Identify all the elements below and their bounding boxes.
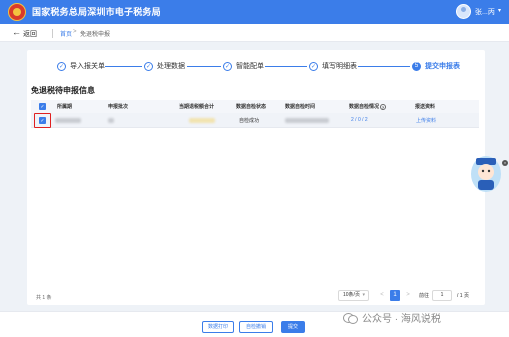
column-header: 数据自检时间 xyxy=(285,104,316,110)
step-label: 处理数据 xyxy=(157,63,185,70)
goto-page-input[interactable]: 1 xyxy=(432,290,452,301)
breadcrumb-home[interactable]: 首页 xyxy=(60,29,72,38)
step-connector xyxy=(105,66,142,67)
watermark-text: 公众号 · 海风说税 xyxy=(362,314,441,325)
step-connector xyxy=(358,66,410,67)
submit-button[interactable]: 提交 xyxy=(281,321,305,333)
total-pages: / 1 页 xyxy=(457,293,469,299)
divider xyxy=(52,29,53,38)
step-label: 导入报关单 xyxy=(70,63,105,70)
check-status: 自检成功 xyxy=(239,118,260,124)
step-smart-match: ✓ 智能配单 xyxy=(223,61,264,71)
user-avatar[interactable] xyxy=(456,4,471,19)
upload-docs-link[interactable]: 上传资料 xyxy=(416,117,436,124)
step-progress: ✓ 导入报关单 ✓ 处理数据 ✓ 智能配单 ✓ 填写明细表 5 提交申报表 xyxy=(27,56,485,78)
step-connector xyxy=(187,66,221,67)
select-all-checkbox[interactable]: ✓ xyxy=(39,103,46,110)
breadcrumb-separator: > xyxy=(73,29,77,35)
table-header: ✓ 所属期 申报批次 当期退税额合计 数据自检状态 数据自检时间 数据自检情况?… xyxy=(31,100,479,113)
user-name[interactable]: 张...丙 xyxy=(475,7,495,17)
check-icon: ✓ xyxy=(223,61,232,71)
step-import-declaration: ✓ 导入报关单 xyxy=(57,61,105,71)
check-icon: ✓ xyxy=(144,61,153,71)
back-arrow-icon[interactable]: ← xyxy=(12,27,21,37)
watermark: 公众号 · 海风说税 xyxy=(343,310,441,325)
redacted-period xyxy=(55,118,81,123)
close-icon[interactable]: × xyxy=(502,160,508,166)
breadcrumb-current: 免退税申报 xyxy=(80,32,111,38)
column-header: 申报批次 xyxy=(108,104,129,110)
chevron-down-icon: ▾ xyxy=(362,292,365,298)
redacted-refund-total xyxy=(189,118,215,123)
sub-navigation-bar: ← 返回 首页 > 免退税申报 xyxy=(0,24,509,42)
prev-page-button[interactable]: < xyxy=(377,290,387,301)
page-size-select[interactable]: 10条/页 ▾ xyxy=(338,290,369,301)
step-number-icon: 5 xyxy=(412,61,421,71)
check-icon: ✓ xyxy=(309,61,318,71)
step-label: 填写明细表 xyxy=(322,63,357,70)
step-label: 提交申报表 xyxy=(425,63,460,70)
assistant-mascot-icon[interactable] xyxy=(470,152,503,194)
back-button[interactable]: 返回 xyxy=(23,29,37,39)
column-header-label: 数据自检情况 xyxy=(349,104,380,110)
step-connector xyxy=(265,66,307,67)
check-icon: ✓ xyxy=(57,61,66,71)
step-label: 智能配单 xyxy=(236,63,264,70)
section-title: 免退税待申报信息 xyxy=(31,86,95,95)
goto-label: 前往 xyxy=(419,293,430,299)
withdraw-check-button[interactable]: 自检撤销 xyxy=(239,321,273,333)
column-header: 报送资料 xyxy=(415,104,436,110)
total-count: 共 1 条 xyxy=(36,295,52,301)
top-header: 国家税务总局深圳市电子税务局 张...丙 ▾ xyxy=(0,0,509,24)
page-1-button[interactable]: 1 xyxy=(390,290,400,301)
table-row[interactable]: ✓ 自检成功 2 / 0 / 2 上传资料 xyxy=(31,113,479,128)
redacted-batch xyxy=(108,118,114,123)
highlight-box xyxy=(34,113,51,128)
site-title: 国家税务总局深圳市电子税务局 xyxy=(32,7,161,17)
step-submit-report: 5 提交申报表 xyxy=(412,61,460,71)
step-process-data: ✓ 处理数据 xyxy=(144,61,185,71)
info-icon[interactable]: ? xyxy=(380,103,387,110)
print-data-button[interactable]: 数据打印 xyxy=(202,321,234,333)
main-card: ✓ 导入报关单 ✓ 处理数据 ✓ 智能配单 ✓ 填写明细表 5 提交申报表 免退… xyxy=(27,50,485,305)
column-header: 数据自检情况? xyxy=(349,103,387,110)
check-summary-link[interactable]: 2 / 0 / 2 xyxy=(351,117,368,123)
wechat-icon xyxy=(343,312,358,324)
chevron-down-icon[interactable]: ▾ xyxy=(498,7,501,14)
next-page-button[interactable]: > xyxy=(403,290,413,301)
step-fill-details: ✓ 填写明细表 xyxy=(309,61,357,71)
column-header: 数据自检状态 xyxy=(236,104,267,110)
column-header: 所属期 xyxy=(57,104,73,110)
tax-emblem-icon xyxy=(8,3,26,21)
column-header: 当期退税额合计 xyxy=(179,104,215,110)
redacted-check-time xyxy=(285,118,329,123)
page-size-value: 10条/页 xyxy=(343,292,360,298)
